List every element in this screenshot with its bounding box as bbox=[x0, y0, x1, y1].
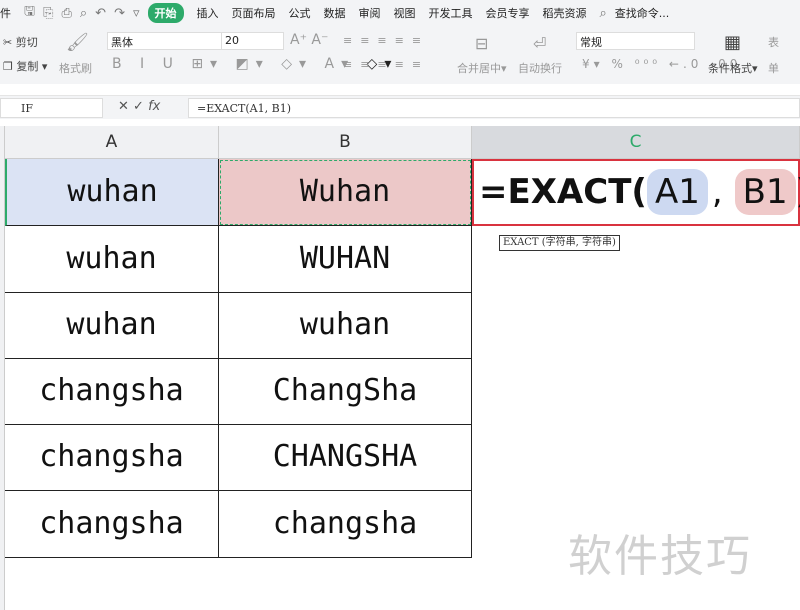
font-grow-shrink-icon[interactable]: A⁺ A⁻ bbox=[290, 32, 328, 48]
formula-bar: IF ✕ ✓ fx =EXACT(A1, B1) bbox=[0, 95, 800, 119]
tab-formulas[interactable]: 公式 bbox=[289, 5, 311, 21]
cell-b3[interactable]: wuhan bbox=[219, 292, 472, 359]
tab-docer[interactable]: 稻壳资源 bbox=[543, 5, 587, 21]
tab-member[interactable]: 会员专享 bbox=[486, 5, 530, 21]
font-select[interactable]: 黑体 bbox=[107, 32, 222, 50]
brush-icon: 🖌 bbox=[66, 32, 89, 53]
cell-a3[interactable]: wuhan bbox=[5, 292, 219, 359]
tab-view[interactable]: 视图 bbox=[394, 5, 416, 21]
cell-style-button[interactable]: 单 bbox=[768, 60, 779, 76]
table-style-button[interactable]: 表 bbox=[768, 34, 779, 50]
copy-button[interactable]: ❐ 复制 ▾ bbox=[3, 58, 47, 74]
wrap-button[interactable]: 自动换行 bbox=[518, 60, 562, 76]
tab-home[interactable]: 开始 bbox=[147, 3, 184, 23]
cell-b2[interactable]: WUHAN bbox=[219, 226, 472, 293]
merge-label: 合并居中 bbox=[457, 62, 501, 75]
font-size-select[interactable]: 20 bbox=[221, 32, 284, 50]
export-icon[interactable]: ⎘ bbox=[43, 6, 53, 21]
number-format-select[interactable]: 常规 bbox=[576, 32, 695, 50]
cell-a6[interactable]: changsha bbox=[5, 491, 219, 558]
cell-a4[interactable]: changsha bbox=[5, 358, 219, 425]
editor-function: =EXACT( bbox=[479, 172, 647, 212]
editor-close-paren: ) bbox=[796, 172, 800, 212]
redo-icon[interactable]: ↷ bbox=[114, 6, 125, 21]
formula-input[interactable]: =EXACT(A1, B1) bbox=[188, 98, 800, 118]
cell-b5[interactable]: CHANGSHA bbox=[219, 424, 472, 491]
tab-page-layout[interactable]: 页面布局 bbox=[232, 5, 276, 21]
menu-bar: 件 🖫 ⎘ ⎙ ⌕ ↶ ↷ ▿ 开始 插入 页面布局 公式 数据 审阅 视图 开… bbox=[0, 0, 800, 26]
cancel-icon[interactable]: ✕ bbox=[118, 99, 129, 114]
tab-review[interactable]: 审阅 bbox=[359, 5, 381, 21]
merge-button[interactable]: 合并居中▾ bbox=[457, 60, 507, 76]
wrap-icon: ⏎ bbox=[533, 34, 547, 53]
cell-editor-c1[interactable]: =EXACT(A1, B1) bbox=[472, 159, 800, 226]
tab-developer[interactable]: 开发工具 bbox=[429, 5, 473, 21]
undo-icon[interactable]: ↶ bbox=[95, 6, 106, 21]
copy-label: 复制 bbox=[16, 60, 39, 73]
ribbon: ✂ 剪切 ❐ 复制 ▾ 🖌 格式刷 黑体 20 A⁺ A⁻ B I U ⊞▾ ◩… bbox=[0, 26, 800, 84]
cell-b6[interactable]: changsha bbox=[219, 491, 472, 558]
print-icon[interactable]: ⎙ bbox=[61, 6, 71, 21]
tab-insert[interactable]: 插入 bbox=[197, 5, 219, 21]
save-icon[interactable]: 🖫 bbox=[24, 2, 35, 24]
align-icons[interactable]: ≡≡≡≡≡ bbox=[343, 34, 429, 47]
formula-controls[interactable]: ✕ ✓ fx bbox=[118, 99, 160, 114]
conditional-format-icon: ▦ bbox=[724, 32, 742, 53]
cell-a2[interactable]: wuhan bbox=[5, 226, 219, 293]
column-header-c[interactable]: C bbox=[472, 126, 800, 159]
tab-data[interactable]: 数据 bbox=[324, 5, 346, 21]
cell-a5[interactable]: changsha bbox=[5, 424, 219, 491]
editor-separator: , bbox=[711, 172, 723, 212]
search-icon: ⌕ bbox=[599, 5, 607, 21]
fx-icon[interactable]: fx bbox=[148, 99, 160, 114]
column-header-b[interactable]: B bbox=[219, 126, 472, 159]
more-icon[interactable]: ▿ bbox=[133, 6, 140, 21]
cut-label: 剪切 bbox=[15, 36, 38, 49]
cond-format-label: 条件格式 bbox=[708, 62, 752, 75]
cut-button[interactable]: ✂ 剪切 bbox=[3, 34, 38, 50]
column-header-a[interactable]: A bbox=[5, 126, 219, 159]
cell-b4[interactable]: ChangSha bbox=[219, 358, 472, 425]
menu-file[interactable]: 件 bbox=[0, 5, 11, 21]
cell-a1[interactable]: wuhan bbox=[5, 159, 219, 226]
merge-icon: ⊟ bbox=[475, 34, 489, 53]
editor-ref-a1: A1 bbox=[646, 169, 708, 215]
search-command[interactable]: 查找命令... bbox=[615, 5, 670, 21]
cell-b1[interactable]: Wuhan bbox=[219, 159, 472, 226]
watermark: 软件技巧 bbox=[568, 531, 752, 582]
format-painter-button[interactable]: 格式刷 bbox=[59, 60, 92, 76]
align-icons-2[interactable]: ≡≡≡≡≡ bbox=[343, 58, 429, 71]
scissors-icon: ✂ bbox=[3, 36, 13, 49]
conditional-format-button[interactable]: 条件格式▾ bbox=[708, 60, 758, 76]
editor-ref-b1: B1 bbox=[734, 169, 796, 215]
copy-icon: ❐ bbox=[3, 60, 13, 73]
preview-icon[interactable]: ⌕ bbox=[80, 6, 87, 21]
function-tooltip: EXACT (字符串, 字符串) bbox=[499, 235, 620, 251]
confirm-icon[interactable]: ✓ bbox=[133, 99, 144, 114]
name-box[interactable]: IF bbox=[0, 98, 103, 118]
